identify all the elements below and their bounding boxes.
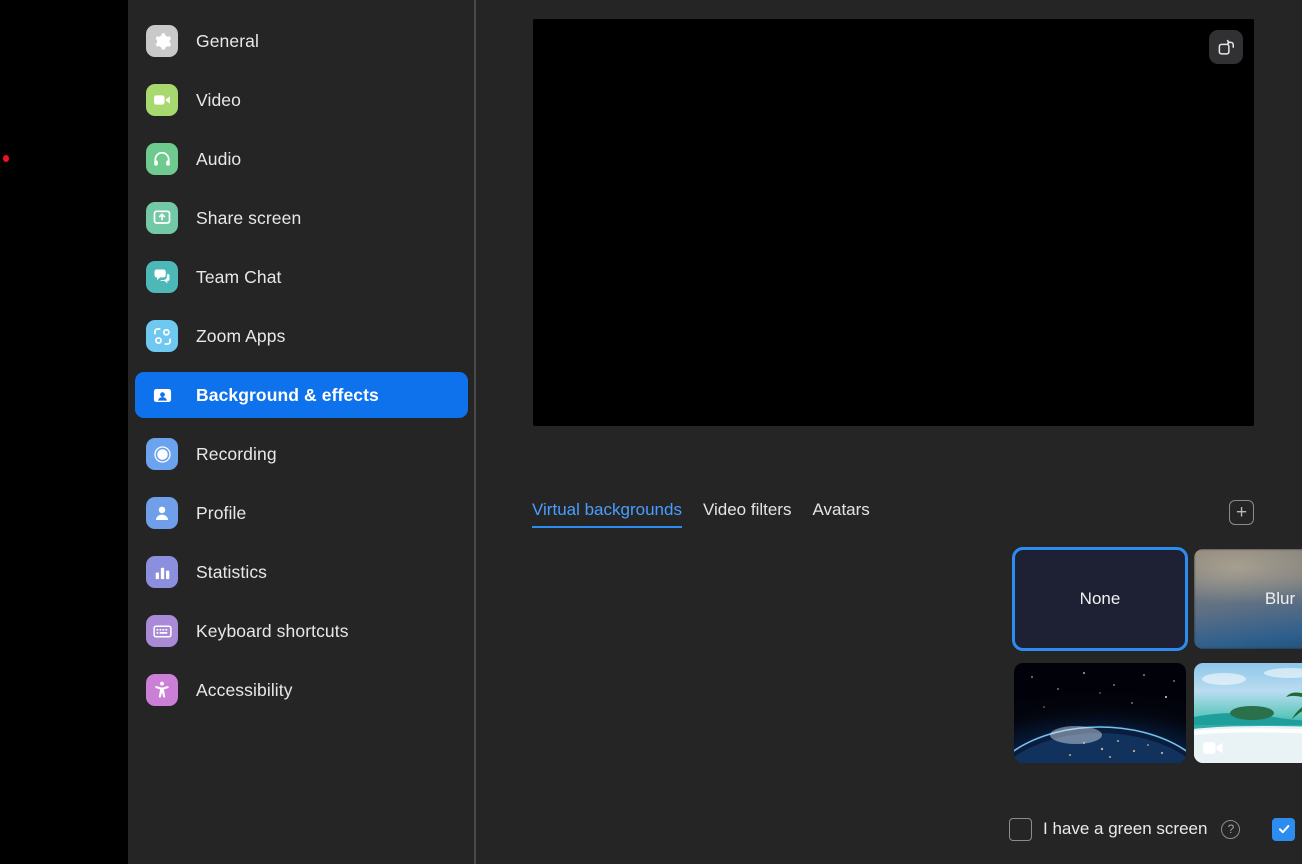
background-thumbnail[interactable]: None (1012, 547, 1188, 651)
effects-tabs-row: Virtual backgrounds Video filters Avatars (532, 500, 1254, 542)
sidebar-item-label: Audio (196, 148, 242, 169)
sidebar-item-label: Video (196, 89, 241, 110)
sidebar-item-label: Statistics (196, 561, 268, 582)
sidebar-item-label: Team Chat (196, 266, 282, 287)
sidebar-item-general[interactable]: General (135, 18, 468, 64)
person-icon (146, 497, 178, 529)
sidebar-nav-list: General Video Audio Share screen Team Chat Zo… (128, 0, 476, 713)
sidebar-item-label: Share screen (196, 207, 302, 228)
sidebar-item-share-screen[interactable]: Share screen (135, 195, 468, 241)
sidebar-item-keyboard-shortcuts[interactable]: Keyboard shortcuts (135, 608, 468, 654)
background-options-row: I have a green screen ? Mirror my video … (1009, 812, 1302, 846)
video-preview (533, 19, 1254, 426)
sidebar-item-statistics[interactable]: Statistics (135, 549, 468, 595)
chat-bubbles-icon (146, 261, 178, 293)
background-thumbnail[interactable] (1014, 663, 1186, 763)
sidebar-item-video[interactable]: Video (135, 77, 468, 123)
background-effects-panel: Virtual backgrounds Video filters Avatars … (476, 0, 1302, 864)
background-thumbnail[interactable] (1194, 663, 1302, 763)
help-icon[interactable]: ? (1221, 819, 1241, 839)
add-background-button[interactable] (1229, 500, 1254, 525)
person-card-icon (146, 379, 178, 411)
bar-chart-icon (146, 556, 178, 588)
sidebar-item-label: Recording (196, 443, 277, 464)
backgrounds-section: None Blur (1012, 547, 1302, 763)
background-thumbnail[interactable]: Blur (1194, 549, 1302, 649)
sidebar-item-profile[interactable]: Profile (135, 490, 468, 536)
effects-tabs: Virtual backgrounds Video filters Avatars (532, 500, 1254, 528)
tab-video-filters[interactable]: Video filters (703, 500, 792, 526)
sidebar-item-label: Profile (196, 502, 247, 523)
sidebar-item-accessibility[interactable]: Accessibility (135, 667, 468, 713)
mirror-video-checkbox[interactable] (1272, 817, 1296, 841)
zoom-settings-window: General Video Audio Share screen Team Chat Zo… (0, 0, 1302, 864)
sidebar-item-label: Zoom Apps (196, 325, 286, 346)
keyboard-icon (146, 615, 178, 647)
sidebar-item-zoom-apps[interactable]: Zoom Apps (135, 313, 468, 359)
gear-icon (146, 25, 178, 57)
sidebar-item-team-chat[interactable]: Team Chat (135, 254, 468, 300)
mirror-video-option[interactable]: Mirror my video (1272, 817, 1302, 841)
background-thumbnail-label: Blur (1264, 589, 1296, 608)
background-thumbnail-image (1014, 663, 1186, 763)
green-screen-label: I have a green screen (1043, 819, 1208, 838)
zoom-apps-icon (146, 320, 178, 352)
rotate-camera-icon[interactable] (1209, 30, 1243, 64)
record-circle-icon (146, 438, 178, 470)
recording-indicator-dot (3, 155, 9, 162)
tab-virtual-backgrounds[interactable]: Virtual backgrounds (532, 500, 682, 528)
sidebar-item-label: Background & effects (196, 384, 379, 405)
share-screen-icon (146, 202, 178, 234)
sidebar-item-label: Accessibility (196, 679, 293, 700)
sidebar-item-recording[interactable]: Recording (135, 431, 468, 477)
headphones-icon (146, 143, 178, 175)
sidebar-item-label: Keyboard shortcuts (196, 620, 349, 641)
green-screen-option[interactable]: I have a green screen (1009, 817, 1208, 841)
green-screen-checkbox[interactable] (1009, 817, 1032, 841)
left-gutter (0, 0, 128, 864)
video-badge-icon (1202, 740, 1224, 755)
video-camera-icon (146, 84, 178, 116)
settings-sidebar: General Video Audio Share screen Team Chat Zo… (128, 0, 476, 864)
sidebar-item-label: General (196, 30, 259, 51)
backgrounds-grid: None Blur (1012, 547, 1302, 763)
background-thumbnail-label: None (1079, 589, 1121, 608)
sidebar-item-background-effects[interactable]: Background & effects (135, 372, 468, 418)
accessibility-icon (146, 674, 178, 706)
tab-avatars[interactable]: Avatars (812, 500, 869, 526)
sidebar-item-audio[interactable]: Audio (135, 136, 468, 182)
